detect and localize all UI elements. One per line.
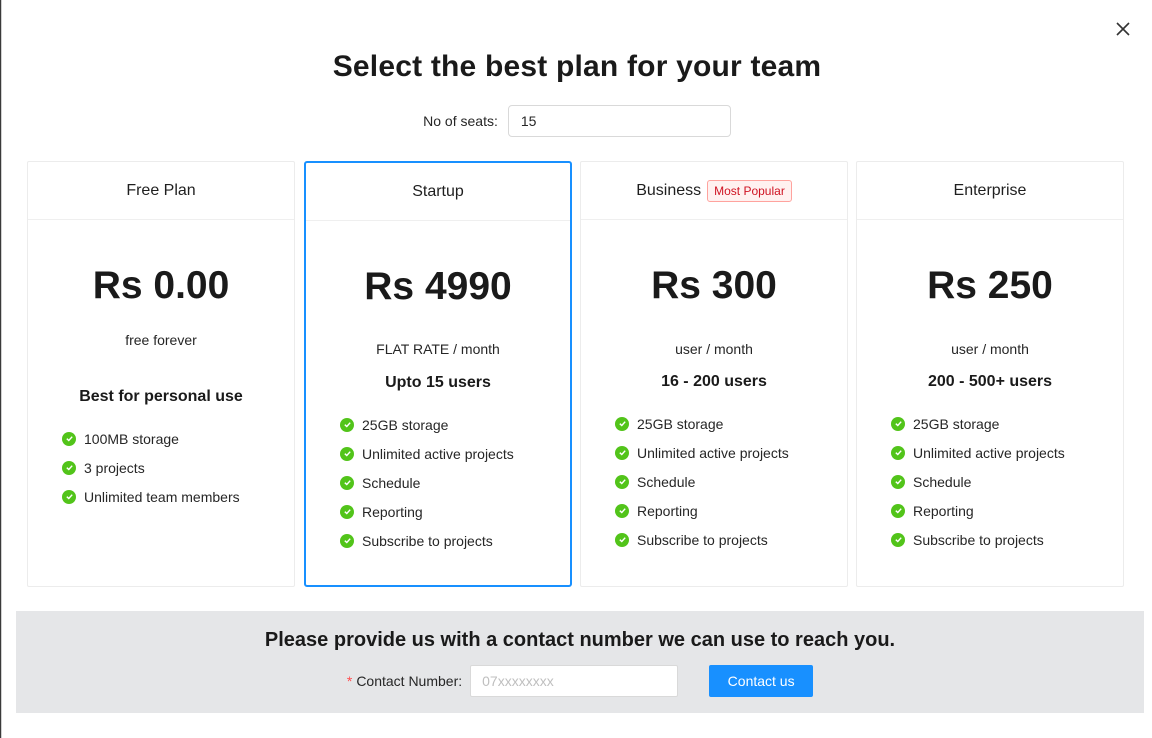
feature-list: 25GB storage Unlimited active projects S… <box>615 409 789 554</box>
feature-item: 25GB storage <box>340 410 514 439</box>
feature-label: Subscribe to projects <box>913 531 1044 548</box>
seats-row: No of seats: <box>2 105 1152 137</box>
check-circle-icon <box>615 474 629 489</box>
close-button[interactable] <box>1112 18 1134 40</box>
plan-rate: free forever <box>125 332 197 348</box>
check-circle-icon <box>615 445 629 460</box>
feature-label: Schedule <box>362 474 421 491</box>
feature-label: 25GB storage <box>362 416 449 433</box>
feature-label: Unlimited active projects <box>362 445 514 462</box>
feature-label: Reporting <box>362 503 423 520</box>
feature-label: Subscribe to projects <box>362 532 493 549</box>
plan-header: Business Most Popular <box>581 162 847 220</box>
plan-users: Upto 15 users <box>385 374 491 391</box>
feature-item: Unlimited team members <box>62 482 240 511</box>
required-mark: * <box>346 673 353 689</box>
plan-name: Startup <box>412 182 464 200</box>
feature-item: Unlimited active projects <box>891 438 1065 467</box>
plan-name: Enterprise <box>953 181 1027 199</box>
contact-number-label: Contact Number: <box>356 673 463 689</box>
check-circle-icon <box>340 504 354 519</box>
feature-item: Schedule <box>615 467 789 496</box>
plan-selection-modal: Select the best plan for your team No of… <box>1 0 1152 738</box>
feature-label: Reporting <box>913 502 974 519</box>
check-circle-icon <box>340 417 354 432</box>
feature-label: 100MB storage <box>84 430 179 447</box>
feature-item: Unlimited active projects <box>615 438 789 467</box>
feature-label: Schedule <box>637 473 696 490</box>
feature-list: 25GB storage Unlimited active projects S… <box>891 409 1065 554</box>
contact-us-button[interactable]: Contact us <box>709 665 814 697</box>
plan-price: Rs 0.00 <box>92 264 230 307</box>
check-circle-icon <box>62 431 76 446</box>
check-circle-icon <box>615 416 629 431</box>
feature-list: 25GB storage Unlimited active projects S… <box>340 410 514 555</box>
feature-list: 100MB storage 3 projects Unlimited team … <box>62 424 240 511</box>
check-circle-icon <box>891 416 905 431</box>
feature-label: Unlimited team members <box>84 488 240 505</box>
check-circle-icon <box>62 489 76 504</box>
plan-card-free[interactable]: Free Plan Rs 0.00 free forever Best for … <box>27 161 295 587</box>
plan-card-enterprise[interactable]: Enterprise Rs 250 user / month 200 - 500… <box>856 161 1124 587</box>
most-popular-badge: Most Popular <box>707 179 792 202</box>
feature-label: 25GB storage <box>913 415 1000 432</box>
plan-rate: FLAT RATE / month <box>376 341 500 357</box>
feature-item: Schedule <box>891 467 1065 496</box>
plan-rate: user / month <box>675 341 753 357</box>
check-circle-icon <box>891 532 905 547</box>
feature-item: Reporting <box>891 496 1065 525</box>
seats-label: No of seats: <box>423 113 498 129</box>
check-circle-icon <box>340 446 354 461</box>
check-circle-icon <box>891 503 905 518</box>
feature-item: Reporting <box>615 496 789 525</box>
plan-price: Rs 250 <box>927 264 1053 307</box>
plans-grid: Free Plan Rs 0.00 free forever Best for … <box>27 161 1124 587</box>
feature-label: Schedule <box>913 473 972 490</box>
plan-price: Rs 4990 <box>364 265 512 308</box>
plan-header: Free Plan <box>28 162 294 220</box>
check-circle-icon <box>62 460 76 475</box>
contact-number-input[interactable] <box>470 665 679 697</box>
plan-card-startup[interactable]: Startup Rs 4990 FLAT RATE / month Upto 1… <box>304 161 572 587</box>
feature-label: 3 projects <box>84 459 145 476</box>
plan-users: 200 - 500+ users <box>927 373 1053 390</box>
feature-label: 25GB storage <box>637 415 724 432</box>
plan-price: Rs 300 <box>651 264 777 307</box>
feature-item: Reporting <box>340 497 514 526</box>
plan-users: 16 - 200 users <box>661 373 767 390</box>
feature-item: 25GB storage <box>615 409 789 438</box>
seats-input[interactable] <box>507 105 731 137</box>
feature-item: Subscribe to projects <box>340 526 514 555</box>
contact-title: Please provide us with a contact number … <box>264 629 896 651</box>
feature-item: 25GB storage <box>891 409 1065 438</box>
feature-label: Unlimited active projects <box>637 444 789 461</box>
plan-header: Enterprise <box>857 162 1123 220</box>
feature-item: Schedule <box>340 468 514 497</box>
check-circle-icon <box>615 532 629 547</box>
plan-users: Best for personal use <box>79 388 243 405</box>
plan-header: Startup <box>306 163 570 221</box>
feature-item: Subscribe to projects <box>615 525 789 554</box>
feature-label: Subscribe to projects <box>637 531 768 548</box>
feature-label: Reporting <box>637 502 698 519</box>
contact-row: * Contact Number: Contact us <box>16 665 1144 697</box>
plan-card-business[interactable]: Business Most Popular Rs 300 user / mont… <box>580 161 848 587</box>
feature-label: Unlimited active projects <box>913 444 1065 461</box>
check-circle-icon <box>340 533 354 548</box>
feature-item: 100MB storage <box>62 424 240 453</box>
feature-item: 3 projects <box>62 453 240 482</box>
check-circle-icon <box>615 503 629 518</box>
feature-item: Subscribe to projects <box>891 525 1065 554</box>
check-circle-icon <box>891 474 905 489</box>
plan-name: Free Plan <box>126 181 196 199</box>
close-icon <box>1116 22 1130 36</box>
contact-panel: Please provide us with a contact number … <box>16 611 1144 713</box>
modal-title: Select the best plan for your team <box>332 50 822 83</box>
plan-rate: user / month <box>951 341 1029 357</box>
plan-name: Business <box>636 181 702 199</box>
check-circle-icon <box>891 445 905 460</box>
feature-item: Unlimited active projects <box>340 439 514 468</box>
check-circle-icon <box>340 475 354 490</box>
